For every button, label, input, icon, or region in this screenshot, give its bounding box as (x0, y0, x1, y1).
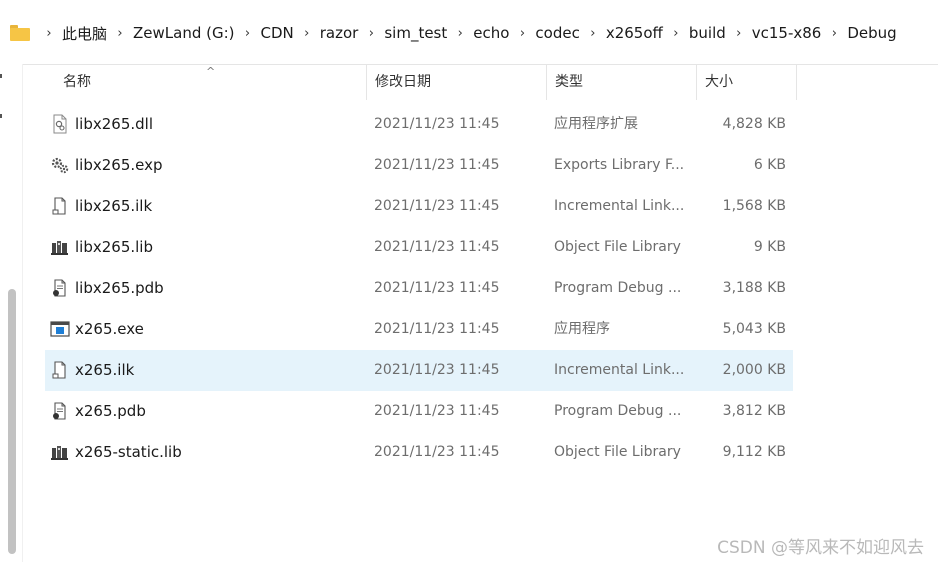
file-size: 2,000 KB (722, 362, 786, 378)
file-size: 3,188 KB (722, 280, 786, 296)
breadcrumb-item-vc15-x86[interactable]: vc15-x86 (750, 24, 824, 42)
file-size: 4,828 KB (722, 116, 786, 132)
lib-file-icon (50, 237, 70, 257)
exp-file-icon (50, 155, 70, 175)
breadcrumb-item-drive[interactable]: ZewLand (G:) (131, 24, 237, 42)
chevron-right-icon[interactable]: › (296, 26, 318, 41)
file-date: 2021/11/23 11:45 (374, 157, 500, 173)
breadcrumb: › 此电脑 › ZewLand (G:) › CDN › razor › sim… (10, 19, 899, 47)
file-name: x265.pdb (75, 402, 146, 420)
watermark: CSDN @等风来不如迎风去 (717, 538, 924, 558)
pdb-file-icon (50, 278, 70, 298)
column-header-name[interactable]: 名称 ^ (45, 64, 367, 100)
sort-ascending-icon: ^ (206, 65, 216, 78)
file-type: Object File Library (554, 444, 681, 460)
folder-icon (10, 25, 30, 41)
chevron-right-icon[interactable]: › (728, 26, 750, 41)
file-type: Program Debug ... (554, 280, 682, 296)
file-row[interactable]: x265.pdb 2021/11/23 11:45 Program Debug … (45, 391, 793, 432)
ilk-file-icon (50, 360, 70, 380)
file-name: libx265.exp (75, 156, 163, 174)
file-type: Exports Library F... (554, 157, 685, 173)
column-header-size[interactable]: 大小 (697, 64, 797, 100)
file-date: 2021/11/23 11:45 (374, 444, 500, 460)
file-row[interactable]: libx265.lib 2021/11/23 11:45 Object File… (45, 227, 793, 268)
chevron-right-icon[interactable]: › (823, 26, 845, 41)
column-header-type[interactable]: 类型 (547, 64, 697, 100)
file-name: libx265.lib (75, 238, 153, 256)
file-name: x265-static.lib (75, 443, 182, 461)
nav-marker (0, 114, 2, 118)
file-type: 应用程序扩展 (554, 116, 638, 132)
dll-file-icon (50, 114, 70, 134)
file-row[interactable]: libx265.ilk 2021/11/23 11:45 Incremental… (45, 186, 793, 227)
file-row-selected[interactable]: x265.ilk 2021/11/23 11:45 Incremental Li… (45, 350, 793, 391)
file-type: Incremental Link... (554, 362, 685, 378)
file-date: 2021/11/23 11:45 (374, 198, 500, 214)
file-row[interactable]: libx265.exp 2021/11/23 11:45 Exports Lib… (45, 145, 793, 186)
file-date: 2021/11/23 11:45 (374, 403, 500, 419)
file-size: 9 KB (753, 239, 786, 255)
column-header-date[interactable]: 修改日期 (367, 64, 547, 100)
file-type: Incremental Link... (554, 198, 685, 214)
file-size: 6 KB (753, 157, 786, 173)
lib-file-icon (50, 442, 70, 462)
chevron-right-icon[interactable]: › (237, 26, 259, 41)
chevron-right-icon[interactable]: › (38, 26, 60, 41)
file-name: x265.exe (75, 320, 144, 338)
exe-file-icon (50, 319, 70, 339)
chevron-right-icon[interactable]: › (665, 26, 687, 41)
nav-marker (0, 74, 2, 78)
breadcrumb-item-this-pc[interactable]: 此电脑 (60, 23, 109, 44)
file-name: libx265.dll (75, 115, 153, 133)
file-date: 2021/11/23 11:45 (374, 116, 500, 132)
breadcrumb-item-echo[interactable]: echo (471, 24, 511, 42)
pdb-file-icon (50, 401, 70, 421)
ilk-file-icon (50, 196, 70, 216)
column-header-type-label: 类型 (555, 74, 583, 90)
file-name: x265.ilk (75, 361, 135, 379)
breadcrumb-item-debug[interactable]: Debug (845, 24, 898, 42)
file-row[interactable]: x265.exe 2021/11/23 11:45 应用程序 5,043 KB (45, 309, 793, 350)
scrollbar-thumb[interactable] (8, 289, 16, 554)
chevron-right-icon[interactable]: › (360, 26, 382, 41)
file-row[interactable]: x265-static.lib 2021/11/23 11:45 Object … (45, 432, 793, 473)
file-name: libx265.pdb (75, 279, 164, 297)
file-type: Program Debug ... (554, 403, 682, 419)
file-size: 9,112 KB (722, 444, 786, 460)
file-date: 2021/11/23 11:45 (374, 239, 500, 255)
file-size: 1,568 KB (722, 198, 786, 214)
file-name: libx265.ilk (75, 197, 153, 215)
chevron-right-icon[interactable]: › (449, 26, 471, 41)
address-bar[interactable]: › 此电脑 › ZewLand (G:) › CDN › razor › sim… (0, 0, 938, 65)
column-header-size-label: 大小 (705, 74, 733, 90)
breadcrumb-item-cdn[interactable]: CDN (259, 24, 296, 42)
file-size: 5,043 KB (722, 321, 786, 337)
column-header-row: 名称 ^ 修改日期 类型 大小 (45, 64, 797, 100)
column-header-date-label: 修改日期 (375, 74, 431, 90)
chevron-right-icon[interactable]: › (511, 26, 533, 41)
vertical-scrollbar[interactable] (4, 64, 23, 562)
breadcrumb-item-razor[interactable]: razor (318, 24, 361, 42)
chevron-right-icon[interactable]: › (582, 26, 604, 41)
breadcrumb-item-codec[interactable]: codec (533, 24, 581, 42)
file-type: Object File Library (554, 239, 681, 255)
file-row[interactable]: libx265.dll 2021/11/23 11:45 应用程序扩展 4,82… (45, 104, 793, 145)
column-header-name-label: 名称 (63, 74, 91, 90)
file-size: 3,812 KB (722, 403, 786, 419)
breadcrumb-item-sim-test[interactable]: sim_test (382, 24, 449, 42)
chevron-right-icon[interactable]: › (109, 26, 131, 41)
file-date: 2021/11/23 11:45 (374, 362, 500, 378)
file-date: 2021/11/23 11:45 (374, 280, 500, 296)
file-list: libx265.dll 2021/11/23 11:45 应用程序扩展 4,82… (45, 104, 793, 473)
breadcrumb-item-x265off[interactable]: x265off (604, 24, 665, 42)
file-type: 应用程序 (554, 321, 610, 337)
file-row[interactable]: libx265.pdb 2021/11/23 11:45 Program Deb… (45, 268, 793, 309)
breadcrumb-item-build[interactable]: build (687, 24, 728, 42)
file-date: 2021/11/23 11:45 (374, 321, 500, 337)
